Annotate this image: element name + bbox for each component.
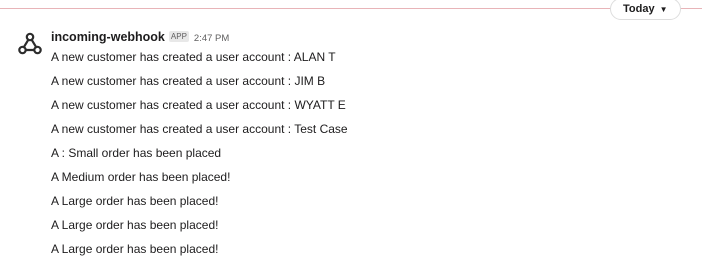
message-line: A new customer has created a user accoun… bbox=[51, 98, 346, 112]
message-timestamp[interactable]: 2:47 PM bbox=[194, 33, 229, 44]
message-line: A new customer has created a user accoun… bbox=[51, 50, 336, 64]
chevron-down-icon: ▼ bbox=[659, 5, 668, 14]
webhook-icon[interactable] bbox=[16, 30, 44, 58]
message-line: A Large order has been placed! bbox=[51, 218, 219, 232]
message: incoming-webhook APP 2:47 PM A new custo… bbox=[16, 30, 696, 261]
message-content: incoming-webhook APP 2:47 PM A new custo… bbox=[51, 30, 696, 261]
message-line: A new customer has created a user accoun… bbox=[51, 122, 348, 136]
message-line: A Medium order has been placed! bbox=[51, 170, 231, 184]
date-jump-button[interactable]: Today ▼ bbox=[610, 0, 681, 20]
message-body: A new customer has created a user accoun… bbox=[51, 45, 696, 261]
date-label: Today bbox=[623, 3, 655, 15]
message-line: A Large order has been placed! bbox=[51, 242, 219, 256]
message-line: A Large order has been placed! bbox=[51, 194, 219, 208]
app-badge: APP bbox=[168, 31, 189, 42]
message-line: A new customer has created a user accoun… bbox=[51, 74, 326, 88]
message-line: A : Small order has been placed bbox=[51, 146, 222, 160]
message-header: incoming-webhook APP 2:47 PM bbox=[51, 30, 696, 44]
date-divider-line bbox=[0, 8, 702, 9]
sender-name[interactable]: incoming-webhook bbox=[51, 30, 165, 44]
